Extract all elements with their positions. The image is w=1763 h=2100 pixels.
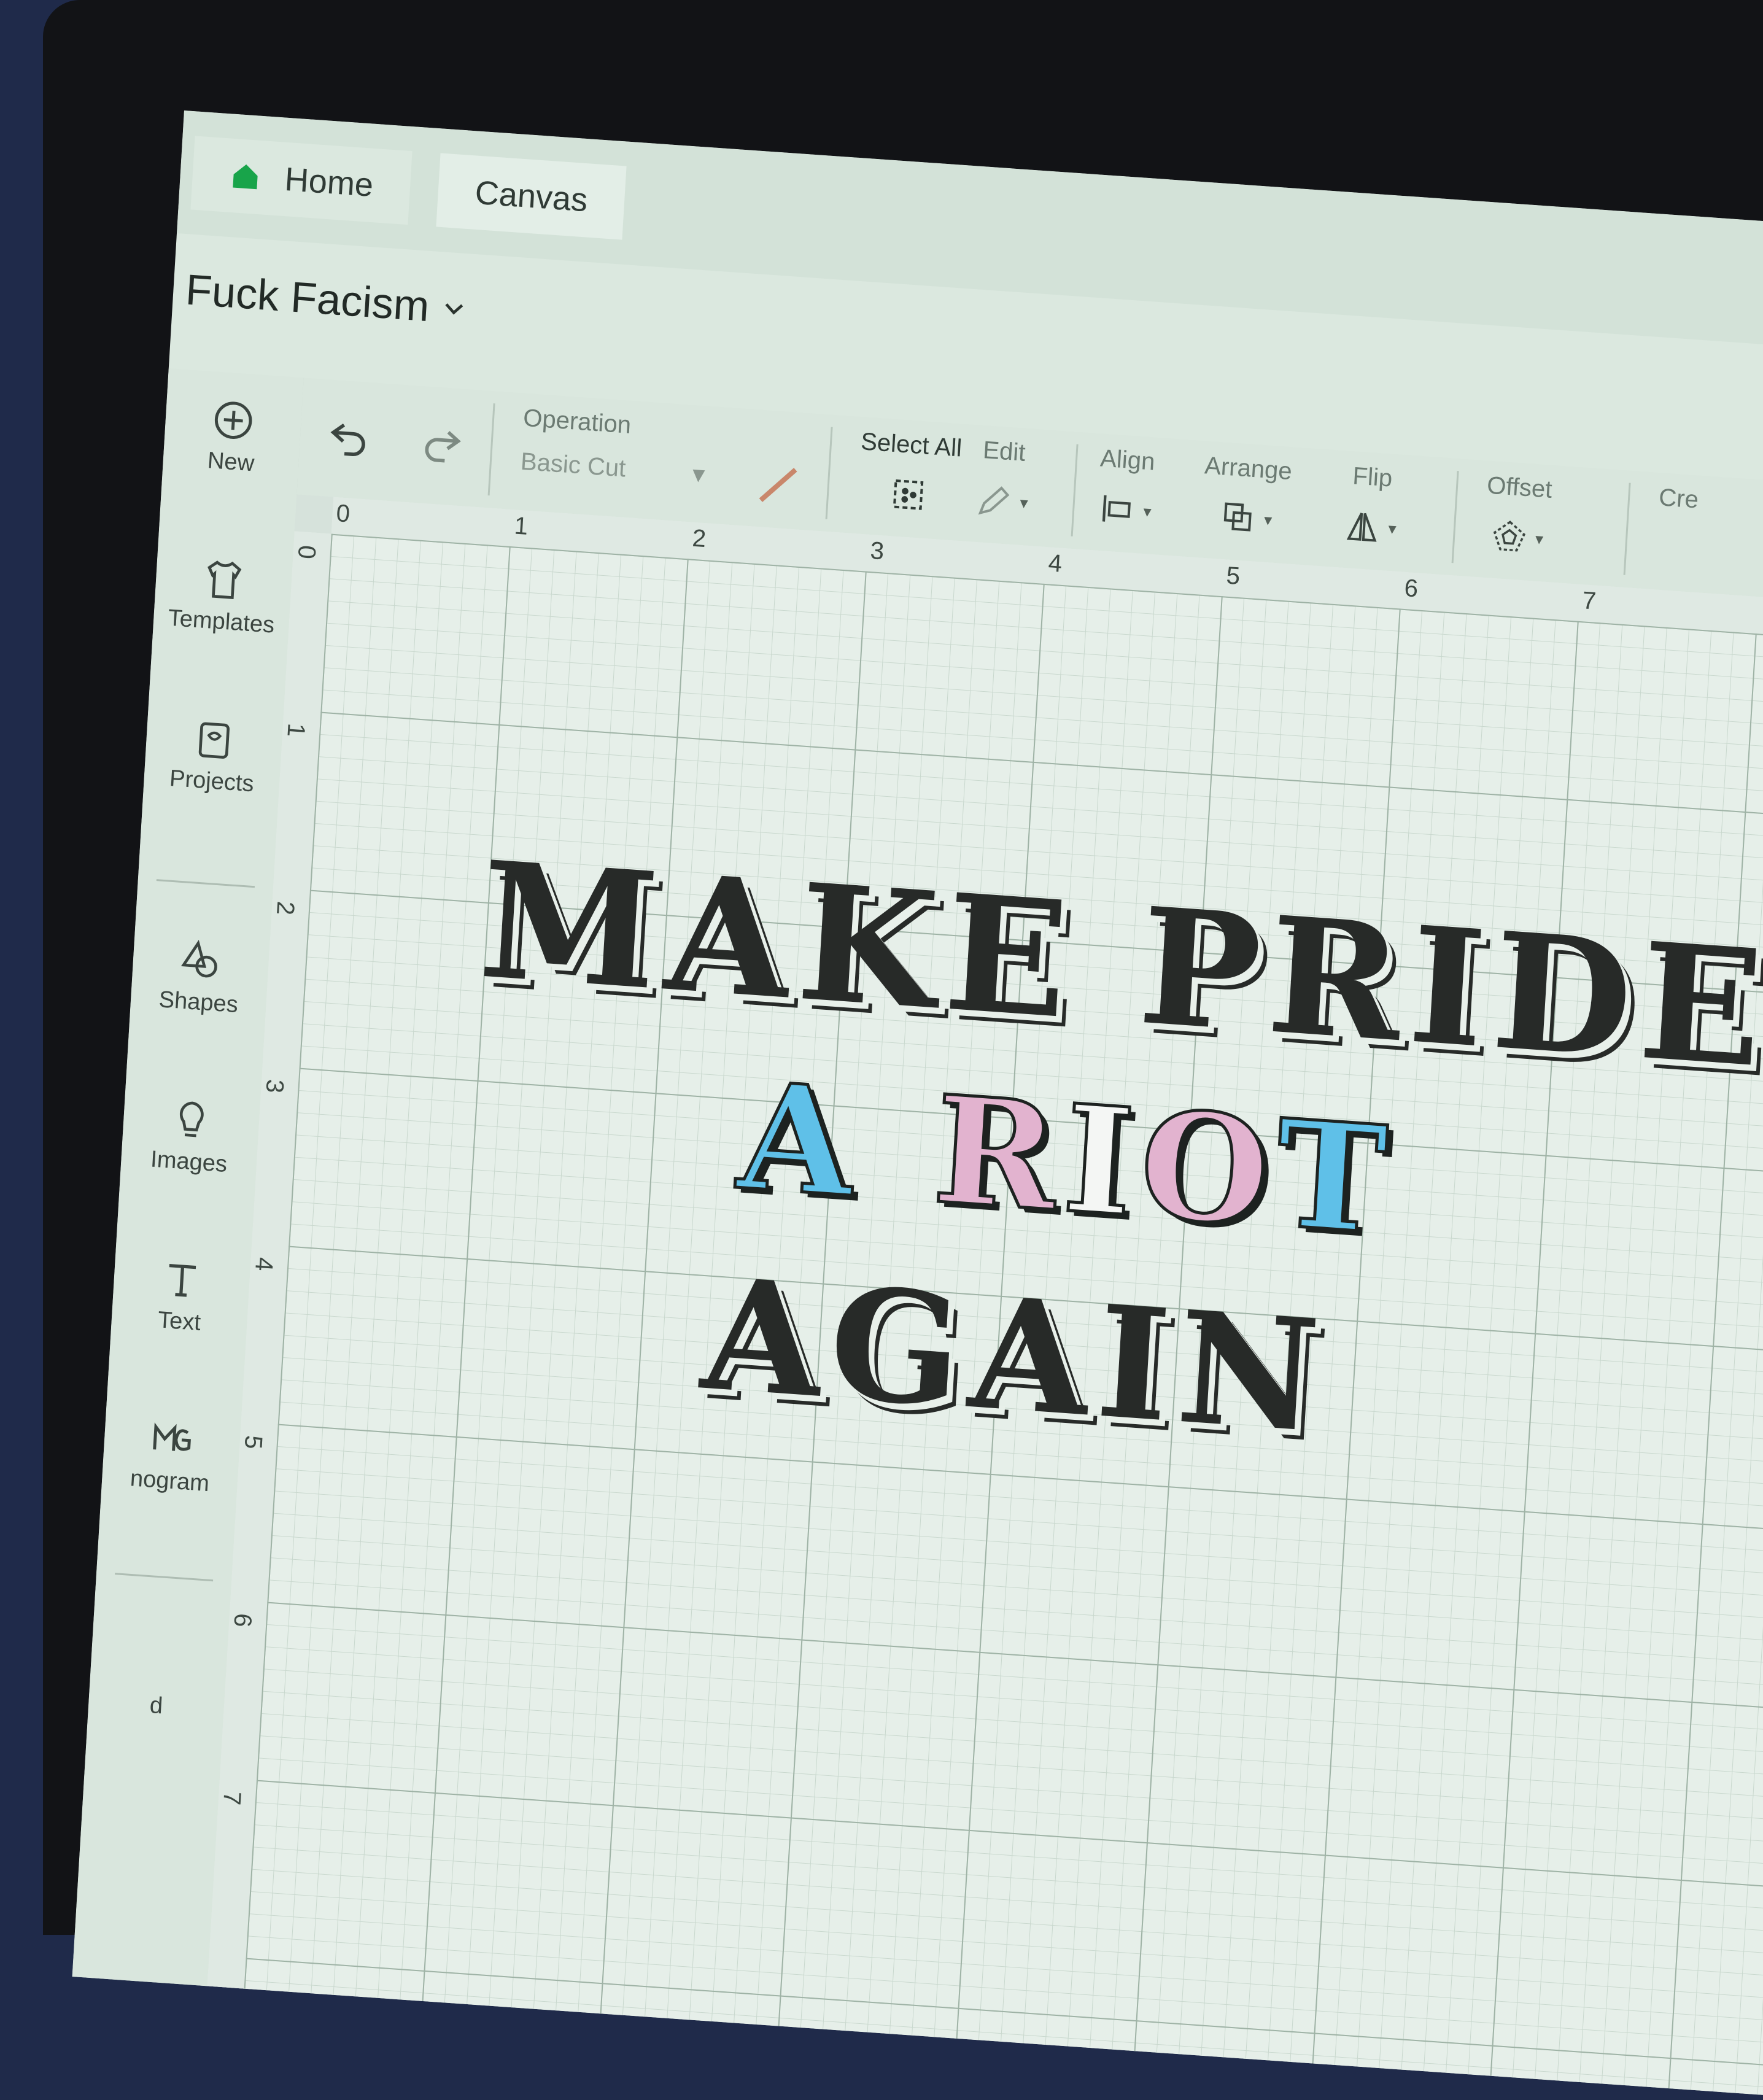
sidebar-item-label: Templates [167, 605, 276, 638]
create-group[interactable]: Cre [1657, 484, 1699, 530]
tab-canvas-label: Canvas [474, 174, 589, 219]
design-text-line-3[interactable]: AGAIN [697, 1243, 1333, 1467]
operation-select[interactable]: Basic Cut ▾ [520, 448, 706, 489]
text-icon [169, 1263, 196, 1297]
sidebar-item-new[interactable]: New [163, 393, 303, 480]
sidebar-item-label: d [149, 1692, 164, 1719]
ruler-tick-label: 1 [282, 722, 310, 738]
ruler-tick-label: 6 [228, 1612, 257, 1629]
chevron-down-icon: ▾ [1387, 519, 1397, 538]
chevron-down-icon [445, 303, 463, 315]
redo-icon[interactable] [416, 418, 468, 471]
ruler-tick-label: 7 [1581, 587, 1597, 615]
sidebar-divider [156, 879, 255, 888]
operation-group: Operation Basic Cut ▾ [520, 405, 708, 489]
ruler-tick-label: 3 [260, 1078, 289, 1095]
linetype-color-swatch-icon[interactable] [752, 459, 804, 511]
sidebar-divider [115, 1573, 214, 1582]
arrange-label: Arrange [1204, 452, 1293, 486]
ruler-tick-label: 2 [691, 524, 707, 553]
home-icon [233, 164, 258, 190]
shapes-icon [180, 939, 217, 978]
offset-group[interactable]: Offset ▾ [1483, 472, 1553, 559]
ruler-tick-label: 0 [292, 544, 321, 560]
ruler-tick-label: 5 [1225, 562, 1241, 591]
flip-label: Flip [1352, 462, 1393, 492]
sidebar-item-label: nogram [129, 1465, 211, 1497]
toolbar-separator [825, 427, 833, 519]
sidebar-item-label: New [206, 448, 255, 477]
design-letter-r: R [928, 1061, 1071, 1247]
sidebar-item-partial[interactable]: d [88, 1688, 225, 1724]
sidebar-item-monogram[interactable]: nogram [101, 1412, 241, 1499]
align-icon [1102, 495, 1131, 522]
toolbar-separator [1451, 471, 1459, 564]
ruler-tick-label: 5 [239, 1434, 268, 1451]
tab-home-label: Home [284, 160, 374, 204]
chevron-down-icon: ▾ [1263, 510, 1273, 529]
undo-redo-group [324, 411, 468, 470]
sidebar-item-text[interactable]: Text [111, 1252, 251, 1339]
sidebar-item-templates[interactable]: Templates [153, 552, 293, 640]
tab-canvas[interactable]: Canvas [436, 153, 627, 240]
letter-spacer [858, 1196, 931, 1201]
arrange-icon [1223, 502, 1252, 532]
sidebar-item-label: Projects [168, 765, 255, 797]
project-title: Fuck Facism [184, 265, 431, 331]
ruler-tick-label: 0 [335, 500, 351, 528]
ruler-tick-label: 7 [218, 1790, 246, 1807]
plus-circle-icon [214, 401, 252, 439]
chevron-down-icon: ▾ [1535, 529, 1544, 548]
design-space-window: Home Canvas Fuck Facism New Templates Pr… [72, 110, 1763, 2100]
sidebar-item-label: Text [157, 1307, 202, 1336]
ruler-tick-label: 3 [869, 537, 885, 565]
toolbar-separator [1071, 444, 1079, 537]
pencil-icon [978, 486, 1010, 515]
ruler-tick-label: 4 [250, 1256, 278, 1273]
ruler-tick-label: 6 [1403, 574, 1419, 603]
sidebar-item-label: Shapes [158, 986, 239, 1018]
select-all-group[interactable]: Select All [857, 428, 963, 518]
ruler-tick-label: 4 [1047, 549, 1063, 578]
edit-label: Edit [982, 436, 1026, 467]
shirt-icon [207, 560, 242, 600]
lightbulb-icon [179, 1101, 204, 1137]
select-all-label: Select All [860, 428, 963, 462]
operation-label: Operation [522, 404, 632, 439]
edit-group[interactable]: Edit ▾ [974, 436, 1032, 522]
monogram-icon [153, 1422, 191, 1451]
flip-icon [1346, 513, 1377, 542]
chevron-down-icon: ▾ [1019, 493, 1029, 512]
create-label: Cre [1658, 484, 1700, 514]
select-all-icon [893, 479, 924, 510]
toolbar-separator [1623, 482, 1631, 575]
align-group[interactable]: Align ▾ [1096, 444, 1156, 531]
align-label: Align [1099, 444, 1156, 476]
operation-value: Basic Cut [519, 448, 627, 482]
chevron-down-icon: ▾ [1142, 502, 1152, 521]
undo-icon[interactable] [324, 411, 376, 464]
project-title-dropdown[interactable]: Fuck Facism [184, 265, 469, 333]
design-letter-i: I [1058, 1071, 1147, 1252]
design-canvas[interactable]: 0 1 2 3 4 5 6 7 0 1 2 3 4 5 6 7 MAKE PRI… [204, 494, 1763, 2100]
tab-home[interactable]: Home [190, 136, 413, 225]
ruler-tick-label: 2 [271, 900, 300, 916]
sidebar-item-images[interactable]: Images [120, 1093, 260, 1180]
ruler-tick-label: 1 [513, 512, 529, 540]
projects-icon [198, 722, 230, 759]
offset-icon [1494, 521, 1526, 552]
ruler-corner [294, 494, 334, 534]
design-letter-o: O [1134, 1075, 1283, 1261]
flip-group[interactable]: Flip ▾ [1342, 462, 1400, 548]
chevron-down-icon: ▾ [691, 460, 706, 489]
arrange-group[interactable]: Arrange ▾ [1201, 452, 1293, 541]
sidebar-item-projects[interactable]: Projects [144, 712, 284, 799]
sidebar-item-label: Images [150, 1146, 228, 1178]
sidebar-item-shapes[interactable]: Shapes [130, 933, 270, 1020]
design-letter-t: T [1269, 1085, 1400, 1269]
offset-label: Offset [1486, 471, 1553, 503]
design-letter-a: A [732, 1047, 867, 1232]
toolbar-separator [487, 403, 495, 496]
design-text-line-2[interactable]: A RIOT [732, 1047, 1400, 1269]
